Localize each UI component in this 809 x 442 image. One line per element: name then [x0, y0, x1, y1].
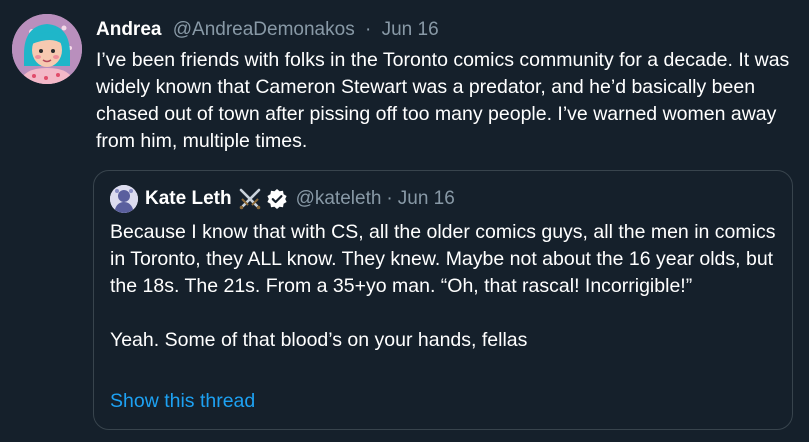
header-separator: ·	[364, 19, 372, 40]
quoted-author-handle[interactable]: @kateleth	[296, 187, 382, 211]
avatar-illustration	[12, 14, 82, 84]
tweet-header: Andrea @AndreaDemonakos · Jun 16	[96, 18, 439, 42]
author-display-name[interactable]: Andrea	[96, 19, 161, 40]
verified-badge-icon	[266, 188, 288, 210]
tweet[interactable]: Andrea @AndreaDemonakos · Jun 16 I’ve be…	[0, 0, 809, 442]
show-thread-link[interactable]: Show this thread	[110, 388, 255, 415]
quoted-tweet-card[interactable]: Kate Leth @kateleth · Jun 16 Because I k…	[93, 170, 793, 430]
quoted-author-avatar[interactable]	[110, 185, 138, 213]
author-handle[interactable]: @AndreaDemonakos	[173, 19, 355, 40]
tweet-date[interactable]: Jun 16	[382, 19, 439, 40]
avatar[interactable]	[12, 14, 82, 84]
quoted-tweet-text: Because I know that with CS, all the old…	[110, 221, 776, 351]
tweet-text: I’ve been friends with folks in the Toro…	[96, 49, 790, 152]
quoted-header-separator: ·	[386, 188, 393, 209]
crossed-swords-icon	[238, 188, 262, 210]
quoted-tweet-date[interactable]: Jun 16	[398, 187, 455, 211]
quoted-tweet-header: Kate Leth @kateleth · Jun 16	[145, 187, 455, 211]
quoted-author-display-name[interactable]: Kate Leth	[145, 187, 232, 211]
quoted-avatar-illustration	[110, 185, 138, 213]
